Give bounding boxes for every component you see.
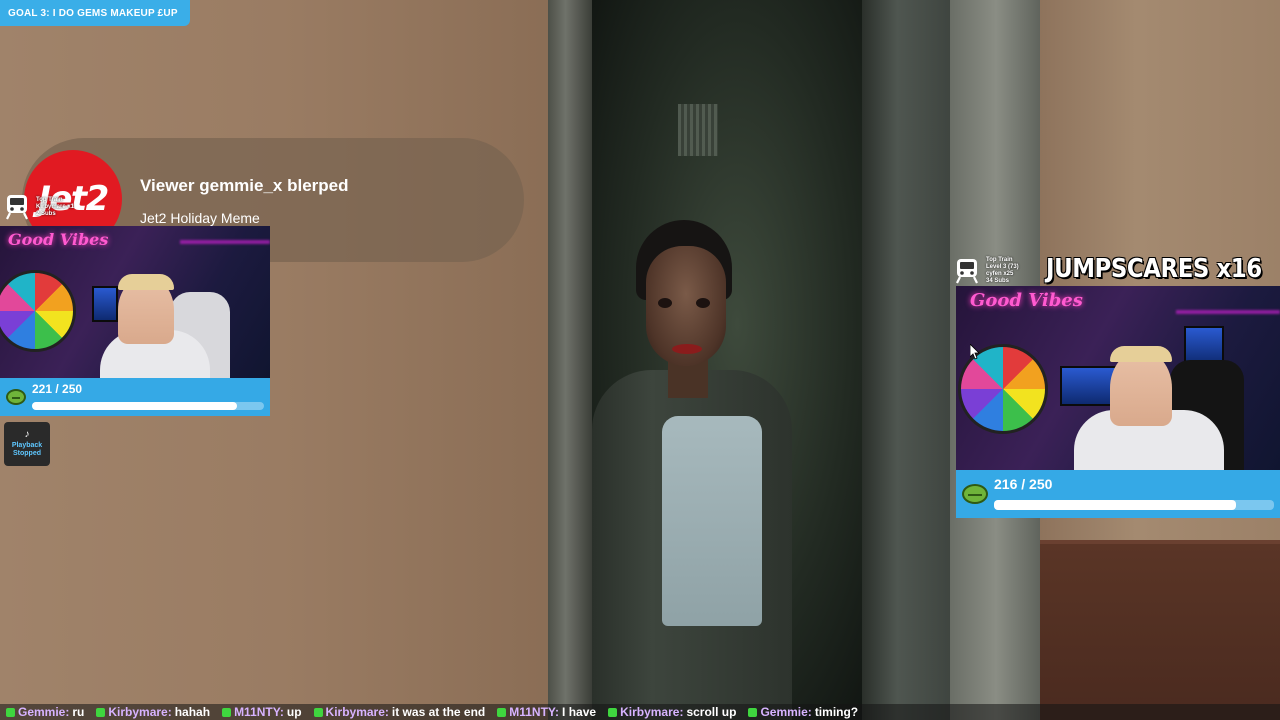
chat-badge-icon (608, 707, 618, 717)
wood-paneling (1040, 540, 1280, 720)
chat-username: Kirbymare: (620, 705, 684, 719)
goal-banner: GOAL 3: I DO GEMS MAKEUP £UP (0, 0, 190, 26)
chat-badge-icon (748, 707, 758, 717)
chat-text: timing? (814, 705, 859, 719)
right-progress-track (994, 500, 1274, 510)
chat-username: Gemmie: (18, 705, 70, 719)
goal-text: GOAL 3: I DO GEMS MAKEUP £UP (8, 7, 178, 19)
left-progress-fill (32, 402, 238, 410)
train-line-1: Top Train (986, 257, 1013, 263)
figure-top (662, 416, 762, 626)
chat-text: I have (562, 705, 597, 719)
streamer-hair (1110, 346, 1172, 362)
streamer-hair (118, 274, 174, 290)
train-line-3: cyfen x25 (986, 271, 1014, 277)
figure-eye-right (696, 298, 710, 308)
chat-message: Gemmie: timing? (742, 705, 864, 719)
playback-status: Playback Stopped (11, 442, 43, 457)
mouse-cursor-icon (970, 344, 980, 360)
monitor (92, 286, 118, 322)
chat-username: Kirbymare: (325, 705, 389, 719)
figure-mouth (672, 344, 702, 354)
figure-eye-left (658, 298, 672, 308)
neon-sign: Good Vibes (8, 230, 109, 249)
chat-username: M11NTY: (234, 705, 284, 719)
chat-username: Gemmie: (760, 705, 812, 719)
chat-text: ru (72, 705, 85, 719)
chat-badge-icon (313, 707, 323, 717)
right-top-train: Top Train Level 3 (73) cyfen x25 34 Subs (952, 256, 1019, 286)
left-progress-track (32, 402, 264, 410)
neon-sign: Good Vibes (970, 290, 1083, 311)
chat-text: hahah (174, 705, 211, 719)
jumpscare-counter: JUMPSCARES x16 (1046, 254, 1262, 284)
music-note-icon: ♪ (24, 429, 30, 440)
train-line-4: 34 Subs (986, 278, 1010, 284)
chat-badge-icon (497, 707, 507, 717)
train-icon (6, 195, 28, 220)
playback-widget: ♪ Playback Stopped (4, 422, 50, 466)
prize-wheel (0, 270, 76, 352)
chat-message: Kirbymare: it was at the end (308, 705, 492, 719)
chat-message: M11NTY: I have (491, 705, 602, 719)
chat-text: scroll up (686, 705, 737, 719)
chat-ticker: Gemmie: ru Kirbymare: hahah M11NTY: up Kirbyma… (0, 704, 1280, 720)
train-line-2: Kirbymare x1 (36, 203, 75, 210)
chat-badge-icon (6, 707, 15, 717)
train-line-3: 2 Subs (36, 210, 56, 217)
neon-strip (180, 240, 270, 244)
right-progress-fill (994, 500, 1236, 510)
wall-vent (678, 104, 718, 156)
chat-message: M11NTY: up (216, 705, 307, 719)
left-top-train: Top Train Kirbymare x1 2 Subs (2, 192, 74, 222)
door-frame-left (548, 0, 592, 720)
open-door (862, 0, 950, 720)
right-progress-card: 216 / 250 (956, 470, 1280, 518)
neon-strip (1176, 310, 1280, 314)
right-progress-label: 216 / 250 (994, 476, 1053, 492)
chat-username: M11NTY: (509, 705, 560, 719)
right-webcam: Good Vibes (956, 286, 1280, 470)
left-progress-card: 221 / 250 (0, 378, 270, 416)
chat-username: Kirbymare: (108, 705, 172, 719)
left-webcam: Good Vibes (0, 226, 270, 378)
alert-title: Viewer gemmie_x blerped (140, 176, 349, 195)
chat-message: Kirbymare: scroll up (602, 705, 742, 719)
chat-message: Gemmie: ru (0, 705, 90, 719)
train-line-2: Level 3 (73) (986, 264, 1019, 270)
alert-subtitle: Jet2 Holiday Meme (140, 210, 260, 226)
frog-icon (962, 484, 988, 504)
chat-message: Kirbymare: hahah (90, 705, 216, 719)
chat-badge-icon (222, 707, 232, 717)
frog-icon (6, 389, 26, 405)
chat-text: up (286, 705, 302, 719)
chat-badge-icon (96, 707, 106, 717)
horror-figure (592, 220, 812, 720)
train-line-1: Top Train (36, 196, 63, 203)
train-icon (956, 259, 978, 284)
left-progress-label: 221 / 250 (32, 382, 83, 396)
chat-text: it was at the end (391, 705, 486, 719)
